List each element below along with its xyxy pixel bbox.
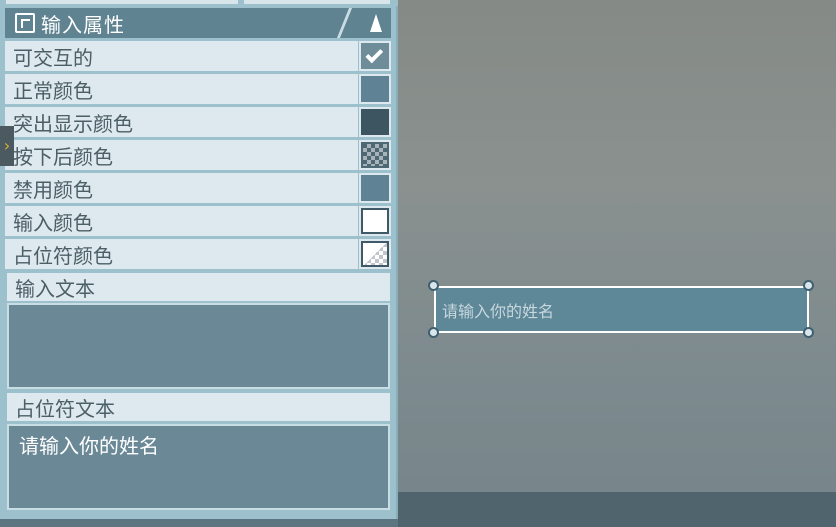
inspector-panel: 输入属性 可交互的 正常颜色 突出显示颜色 按下后颜色 禁用颜色 输入颜色 占位… bbox=[0, 0, 398, 519]
collapse-triangle-icon bbox=[370, 14, 382, 32]
tab-right[interactable] bbox=[244, 0, 390, 4]
prop-row-input-color: 输入颜色 bbox=[5, 206, 358, 236]
prop-label: 可交互的 bbox=[13, 45, 93, 70]
panel-footer bbox=[0, 519, 398, 527]
prop-label: 正常颜色 bbox=[13, 78, 93, 103]
pressed-color-swatch[interactable] bbox=[361, 142, 389, 168]
prop-label: 禁用颜色 bbox=[13, 177, 93, 202]
highlight-color-swatch[interactable] bbox=[361, 109, 389, 135]
prop-label: 突出显示颜色 bbox=[13, 111, 133, 136]
prop-row-normal-color: 正常颜色 bbox=[5, 74, 358, 104]
interactable-checkbox-cell[interactable] bbox=[359, 41, 391, 71]
input-properties-header[interactable]: 输入属性 bbox=[5, 8, 391, 38]
input-color-cell[interactable] bbox=[359, 206, 391, 236]
header-divider bbox=[336, 8, 364, 38]
placeholder-color-cell[interactable] bbox=[359, 239, 391, 269]
disabled-color-cell[interactable] bbox=[359, 173, 391, 203]
input-text-label-text: 输入文本 bbox=[15, 276, 95, 301]
tab-left[interactable] bbox=[6, 0, 238, 4]
prop-label: 占位符颜色 bbox=[13, 243, 113, 268]
placeholder-text-field[interactable]: 请输入你的姓名 bbox=[7, 424, 390, 510]
prop-row-pressed-color: 按下后颜色 bbox=[5, 140, 358, 170]
resize-handle-bottom-left[interactable] bbox=[428, 327, 439, 338]
check-icon bbox=[365, 45, 384, 63]
placeholder-color-swatch[interactable] bbox=[361, 241, 389, 267]
prop-row-interactable: 可交互的 bbox=[5, 41, 358, 71]
chevron-right-icon: › bbox=[3, 136, 11, 155]
placeholder-text-label: 占位符文本 bbox=[7, 393, 390, 421]
placeholder-text-value: 请输入你的姓名 bbox=[19, 434, 159, 458]
scene-input-field[interactable]: 请输入你的姓名 bbox=[434, 286, 809, 333]
prop-row-highlight-color: 突出显示颜色 bbox=[5, 107, 358, 137]
scene-viewport[interactable] bbox=[398, 0, 836, 527]
input-text-label: 输入文本 bbox=[7, 273, 390, 301]
prop-label: 输入颜色 bbox=[13, 210, 93, 235]
resize-handle-bottom-right[interactable] bbox=[803, 327, 814, 338]
viewport-bottom-bar bbox=[398, 492, 836, 527]
pressed-color-cell[interactable] bbox=[359, 140, 391, 170]
normal-color-cell[interactable] bbox=[359, 74, 391, 104]
resize-handle-top-left[interactable] bbox=[428, 280, 439, 291]
collapse-button[interactable] bbox=[361, 8, 391, 38]
prop-row-placeholder-color: 占位符颜色 bbox=[5, 239, 358, 269]
resize-handle-top-right[interactable] bbox=[803, 280, 814, 291]
placeholder-text-label-text: 占位符文本 bbox=[15, 396, 115, 421]
input-color-swatch[interactable] bbox=[361, 208, 389, 234]
prop-label: 按下后颜色 bbox=[13, 144, 113, 169]
disabled-color-swatch[interactable] bbox=[361, 175, 389, 201]
section-title: 输入属性 bbox=[41, 12, 125, 37]
scene-input-placeholder: 请输入你的姓名 bbox=[442, 301, 555, 321]
input-field-icon bbox=[15, 13, 35, 33]
panel-top-tabs bbox=[0, 0, 398, 6]
prop-row-disabled-color: 禁用颜色 bbox=[5, 173, 358, 203]
normal-color-swatch[interactable] bbox=[361, 76, 389, 102]
highlight-color-cell[interactable] bbox=[359, 107, 391, 137]
panel-toggle-handle[interactable]: › bbox=[0, 126, 14, 166]
input-text-field[interactable] bbox=[7, 303, 390, 389]
interactable-checkbox[interactable] bbox=[361, 43, 389, 69]
